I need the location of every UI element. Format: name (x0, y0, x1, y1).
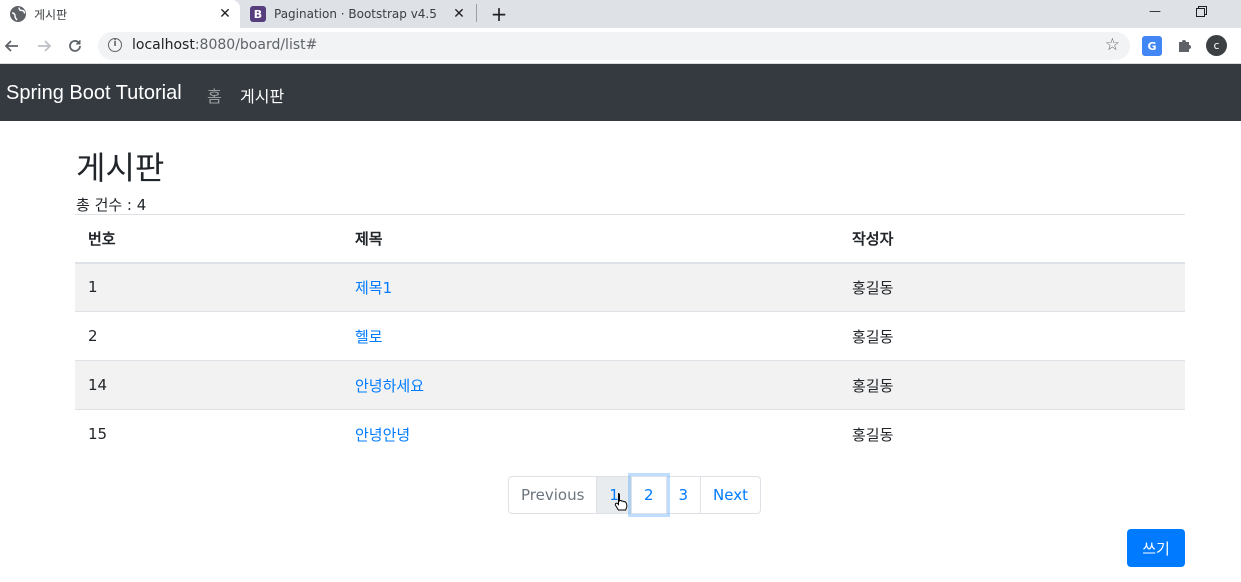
address-path: :8080/board/list# (194, 37, 318, 53)
globe-icon (10, 6, 26, 22)
profile-avatar[interactable]: c (1206, 35, 1227, 56)
table-header-row: 번호 제목 작성자 (75, 214, 1185, 264)
page-title: 게시판 (76, 149, 165, 187)
address-bar[interactable]: i localhost:8080/board/list# ☆ (98, 32, 1130, 60)
pagination-page-3[interactable]: 3 (665, 476, 702, 514)
navbar-brand[interactable]: Spring Boot Tutorial (6, 82, 182, 105)
row-author: 홍길동 (839, 360, 1185, 410)
header-number: 번호 (75, 214, 342, 264)
restore-icon[interactable] (1186, 0, 1216, 22)
browser-tab-board[interactable]: 게시판 ✕ (0, 0, 240, 28)
close-icon[interactable]: ✕ (216, 5, 234, 23)
row-title-link[interactable]: 제목1 (355, 279, 392, 297)
browser-tabstrip: 게시판 ✕ B Pagination · Bootstrap v4.5 ✕ + … (0, 0, 1241, 28)
nav-link-home[interactable]: 홈 (207, 83, 222, 107)
browser-toolbar: i localhost:8080/board/list# ☆ G c (0, 28, 1241, 64)
reload-icon[interactable] (63, 34, 87, 58)
forward-arrow-icon[interactable] (32, 34, 56, 58)
row-title-cell: 안녕안녕 (342, 409, 839, 459)
row-title-cell: 헬로 (342, 311, 839, 361)
tab-title: 게시판 (34, 7, 68, 22)
row-author: 홍길동 (839, 409, 1185, 459)
row-number: 15 (75, 409, 342, 459)
new-tab-plus-icon[interactable]: + (487, 2, 511, 26)
write-button[interactable]: 쓰기 (1127, 529, 1185, 567)
row-number: 2 (75, 311, 342, 361)
pagination-page-2[interactable]: 2 (630, 476, 667, 514)
tab-title: Pagination · Bootstrap v4.5 (274, 7, 437, 21)
row-title-cell: 안녕하세요 (342, 360, 839, 410)
tab-divider (476, 4, 477, 22)
browser-tab-pagination[interactable]: B Pagination · Bootstrap v4.5 ✕ (242, 0, 474, 28)
minimize-icon[interactable]: — (1140, 0, 1170, 22)
row-number: 14 (75, 360, 342, 410)
row-number: 1 (75, 262, 342, 312)
address-url: localhost:8080/board/list# (132, 37, 317, 53)
bootstrap-icon: B (250, 6, 266, 22)
pagination: Previous 1 2 3 Next (508, 476, 761, 514)
board-table: 번호 제목 작성자 1 제목1 홍길동 2 헬로 홍길동 14 안녕하세요 홍길… (75, 214, 1185, 459)
row-title-link[interactable]: 헬로 (355, 328, 383, 346)
address-host: localhost (132, 37, 195, 53)
site-navbar: Spring Boot Tutorial 홈 게시판 (0, 64, 1241, 121)
close-icon[interactable]: ✕ (450, 5, 468, 23)
header-title: 제목 (342, 214, 839, 264)
info-icon[interactable]: i (108, 38, 122, 52)
translate-extension-icon[interactable]: G (1142, 36, 1162, 56)
header-author: 작성자 (839, 214, 1185, 264)
row-title-cell: 제목1 (342, 262, 839, 312)
table-row: 15 안녕안녕 홍길동 (75, 409, 1185, 459)
total-count: 총 건수 : 4 (76, 196, 147, 214)
table-row: 14 안녕하세요 홍길동 (75, 360, 1185, 410)
row-author: 홍길동 (839, 311, 1185, 361)
row-author: 홍길동 (839, 262, 1185, 312)
nav-link-board[interactable]: 게시판 (240, 83, 284, 107)
row-title-link[interactable]: 안녕안녕 (355, 426, 410, 444)
extensions-puzzle-icon[interactable] (1174, 36, 1194, 56)
table-row: 2 헬로 홍길동 (75, 311, 1185, 361)
pagination-next[interactable]: Next (700, 476, 761, 514)
row-title-link[interactable]: 안녕하세요 (355, 377, 424, 395)
pagination-previous[interactable]: Previous (508, 476, 598, 514)
back-arrow-icon[interactable] (0, 34, 24, 58)
table-row: 1 제목1 홍길동 (75, 262, 1185, 312)
hand-pointer-cursor-icon (613, 492, 629, 512)
bookmark-star-icon[interactable]: ☆ (1105, 35, 1120, 55)
